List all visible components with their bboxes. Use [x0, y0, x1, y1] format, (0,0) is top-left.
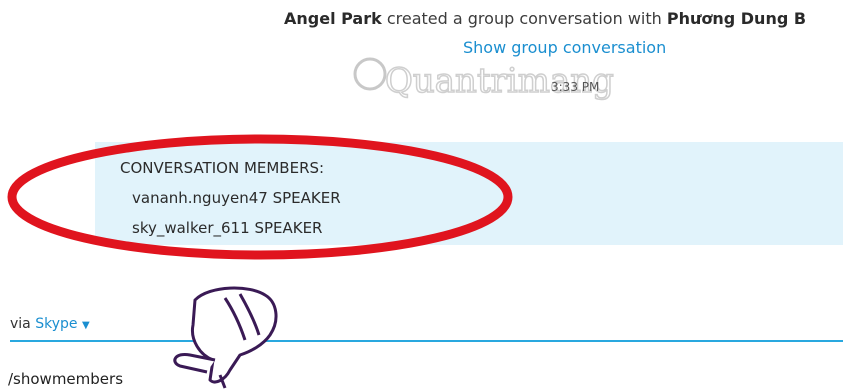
member-name: sky_walker_611 [132, 219, 250, 237]
member-row: sky_walker_611 SPEAKER [120, 213, 341, 243]
service-label: Skype [35, 316, 78, 332]
chevron-down-icon: ▼ [81, 320, 90, 331]
message-input[interactable] [8, 368, 508, 390]
via-label: via [10, 316, 31, 332]
lightbulb-icon [353, 57, 387, 91]
member-name: vananh.nguyen47 [132, 189, 268, 207]
notice-actor: Angel Park [284, 9, 382, 28]
notice-text: created a group conversation with [381, 9, 667, 28]
show-group-conversation-link[interactable]: Show group conversation [463, 38, 666, 57]
via-selector: via Skype ▼ [10, 316, 90, 332]
members-header: CONVERSATION MEMBERS: [120, 159, 325, 177]
group-created-notice: Angel Park created a group conversation … [284, 9, 843, 28]
message-timestamp: 3:33 PM [551, 80, 600, 94]
conversation-members-message: CONVERSATION MEMBERS: vananh.nguyen47 SP… [120, 153, 341, 243]
member-row: vananh.nguyen47 SPEAKER [120, 183, 341, 213]
compose-divider [10, 340, 843, 342]
service-dropdown[interactable]: Skype ▼ [35, 316, 89, 332]
compose-bar: via Skype ▼ [0, 312, 843, 338]
member-role: SPEAKER [254, 219, 323, 237]
notice-target: Phương Dung B [666, 9, 807, 28]
member-role: SPEAKER [272, 189, 341, 207]
